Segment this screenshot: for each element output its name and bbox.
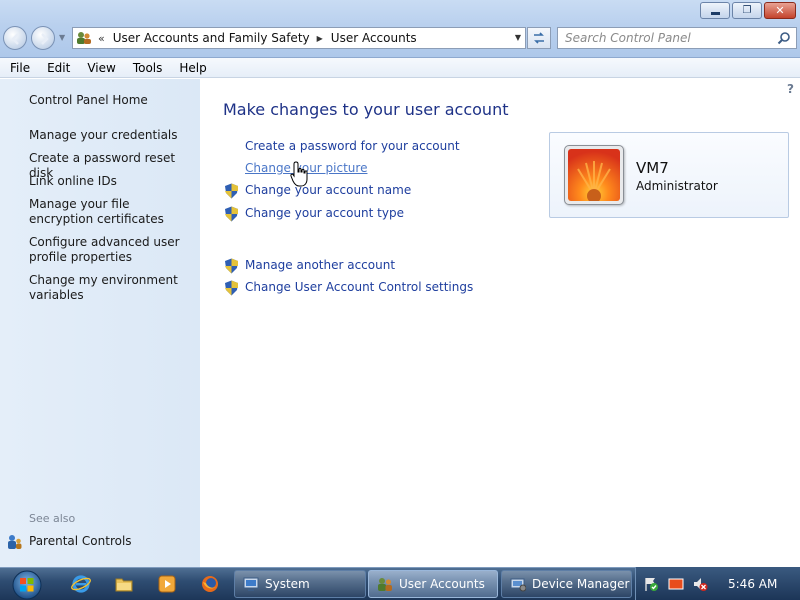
- search-icon[interactable]: [777, 31, 791, 45]
- flower-picture-icon: [568, 149, 620, 201]
- breadcrumb-user-accounts-family-safety[interactable]: User Accounts and Family Safety: [113, 31, 310, 45]
- refresh-icon: [534, 32, 544, 44]
- search-box[interactable]: [557, 27, 797, 49]
- uac-shield-icon: [225, 206, 238, 222]
- uac-shield-icon: [225, 280, 238, 296]
- restore-icon: ❐: [742, 5, 752, 16]
- user-accounts-icon: [76, 31, 92, 45]
- manage-credentials-link[interactable]: Manage your credentials: [29, 128, 194, 143]
- parental-controls-link[interactable]: Parental Controls: [29, 534, 194, 549]
- user-account-card: VM7 Administrator: [549, 132, 789, 218]
- refresh-button[interactable]: [527, 27, 551, 49]
- user-role: Administrator: [636, 179, 718, 193]
- uac-shield-icon: [225, 183, 238, 199]
- control-panel-home-link[interactable]: Control Panel Home: [29, 93, 194, 108]
- taskbar-clock[interactable]: 5:46 AM: [728, 577, 777, 591]
- close-button[interactable]: ✕: [764, 2, 796, 19]
- user-accounts-icon: [378, 578, 392, 591]
- title-bar: ❐ ✕ ▼ « User Accounts and Family Safety …: [0, 0, 800, 58]
- file-encryption-certificates-link[interactable]: Manage your file encryption certificates: [29, 197, 194, 227]
- uac-shield-icon: [225, 258, 238, 274]
- taskbar-button-user-accounts[interactable]: User Accounts: [368, 570, 498, 598]
- media-player-icon[interactable]: [157, 574, 177, 594]
- breadcrumb-separator-icon[interactable]: ▶: [317, 34, 323, 43]
- change-account-name-link[interactable]: Change your account name: [245, 183, 411, 197]
- menu-help[interactable]: Help: [169, 61, 213, 75]
- breadcrumb-user-accounts[interactable]: User Accounts: [331, 31, 417, 45]
- parental-controls-icon: [8, 535, 22, 549]
- link-online-ids-link[interactable]: Link online IDs: [29, 174, 194, 189]
- start-button[interactable]: [8, 568, 46, 600]
- action-center-flag-icon[interactable]: [643, 576, 659, 592]
- minimize-icon: [710, 11, 720, 15]
- window-controls: ❐ ✕: [698, 2, 796, 19]
- firefox-icon[interactable]: [200, 574, 220, 594]
- address-dropdown-icon[interactable]: ▼: [515, 33, 521, 42]
- address-bar[interactable]: « User Accounts and Family Safety ▶ User…: [72, 27, 526, 49]
- system-icon: [243, 577, 259, 591]
- close-icon: ✕: [775, 4, 785, 17]
- menu-tools[interactable]: Tools: [123, 61, 170, 75]
- user-picture: [564, 145, 624, 205]
- user-name: VM7: [636, 159, 669, 177]
- left-task-pane: Control Panel Home Manage your credentia…: [0, 79, 200, 567]
- device-manager-icon: [510, 578, 526, 592]
- menu-bar: File Edit View Tools Help: [0, 58, 800, 78]
- taskbar-button-label: Device Manager: [532, 577, 630, 591]
- menu-edit[interactable]: Edit: [37, 61, 77, 75]
- uac-settings-link[interactable]: Change User Account Control settings: [245, 280, 473, 294]
- recent-pages-dropdown-icon[interactable]: ▼: [59, 33, 65, 42]
- breadcrumb-overflow[interactable]: «: [98, 32, 105, 45]
- volume-muted-icon[interactable]: [692, 576, 708, 592]
- maximize-button[interactable]: ❐: [732, 2, 762, 19]
- create-password-link[interactable]: Create a password for your account: [245, 139, 460, 153]
- hand-cursor-icon: [290, 161, 308, 187]
- forward-arrow-icon: [41, 33, 49, 45]
- back-arrow-icon: [11, 33, 19, 45]
- manage-another-account-link[interactable]: Manage another account: [245, 258, 395, 272]
- menu-view[interactable]: View: [77, 61, 122, 75]
- page-title: Make changes to your user account: [223, 100, 509, 119]
- see-also-label: See also: [29, 512, 76, 525]
- taskbar-button-label: System: [265, 577, 310, 591]
- taskbar-button-device-manager[interactable]: Device Manager: [501, 570, 632, 598]
- minimize-button[interactable]: [700, 2, 730, 19]
- menu-file[interactable]: File: [0, 61, 37, 75]
- change-account-type-link[interactable]: Change your account type: [245, 206, 404, 220]
- display-tray-icon[interactable]: [668, 576, 684, 592]
- taskbar-button-system[interactable]: System: [234, 570, 366, 598]
- explorer-folder-icon[interactable]: [114, 574, 134, 594]
- environment-variables-link[interactable]: Change my environment variables: [29, 273, 194, 303]
- help-icon[interactable]: ?: [787, 82, 794, 96]
- advanced-profile-properties-link[interactable]: Configure advanced user profile properti…: [29, 235, 194, 265]
- back-button[interactable]: [3, 26, 27, 50]
- forward-button[interactable]: [31, 26, 55, 50]
- taskbar-button-label: User Accounts: [399, 577, 485, 591]
- main-content: ? Make changes to your user account Crea…: [200, 79, 800, 567]
- search-input[interactable]: [558, 28, 768, 48]
- ie-icon[interactable]: [71, 574, 91, 594]
